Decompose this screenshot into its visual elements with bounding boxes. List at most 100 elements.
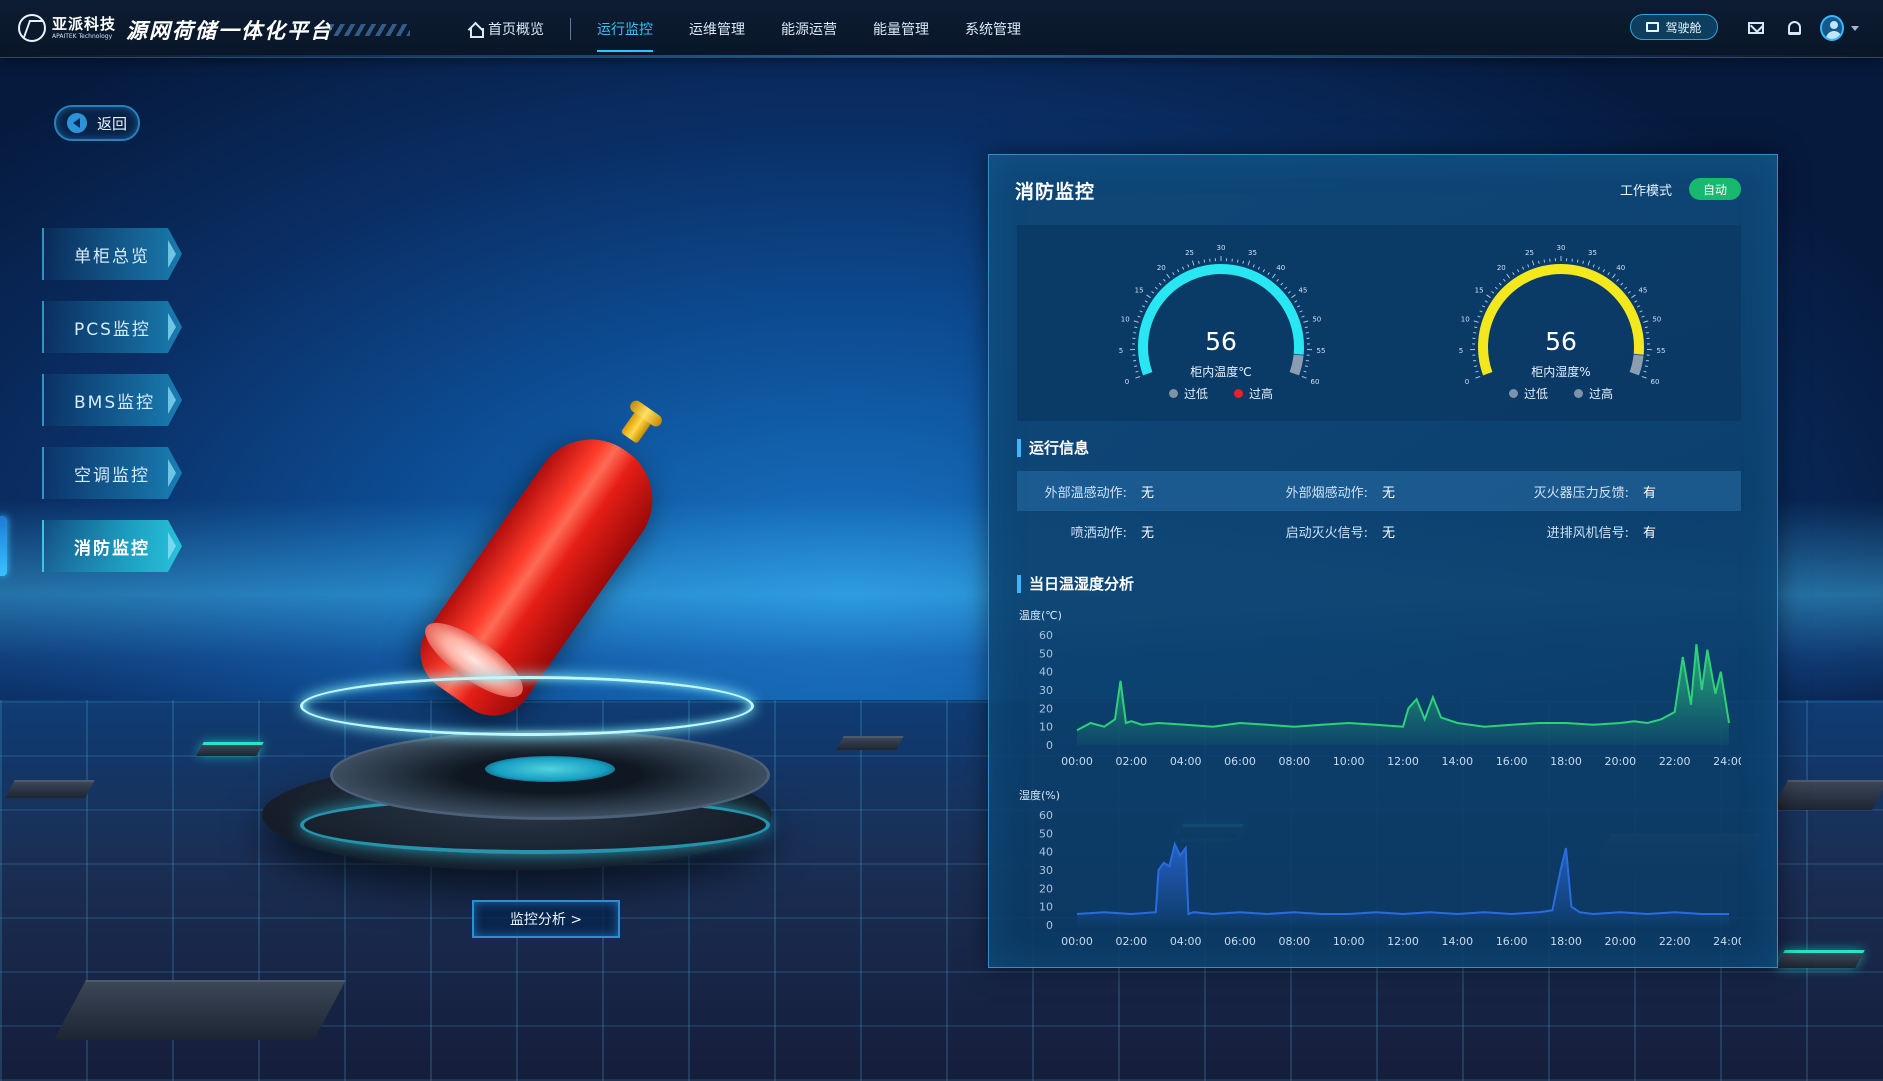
y-tick-label: 20 <box>1039 702 1053 715</box>
side-item-label: 单柜总览 <box>74 246 150 267</box>
analysis-heading: 当日温湿度分析 <box>1017 573 1134 594</box>
y-tick-label: 60 <box>1039 629 1053 642</box>
gauge-tick-label: 20 <box>1157 264 1166 272</box>
gauge-tick <box>1262 269 1266 273</box>
gauge-tick <box>1627 291 1631 294</box>
gauge-tick <box>1484 300 1488 303</box>
halo-ring <box>300 676 754 736</box>
user-menu-button[interactable] <box>1820 15 1844 41</box>
back-button[interactable]: 返回 <box>54 105 140 141</box>
gauge-value: 56 <box>1205 327 1237 356</box>
side-item-pcs-monitor[interactable]: PCS监控 <box>42 301 182 353</box>
y-tick-label: 0 <box>1046 739 1053 752</box>
nav-item-energy-operation[interactable]: 能源运营 <box>763 0 855 58</box>
nav-item-system-management[interactable]: 系统管理 <box>947 0 1039 58</box>
gauge-tick <box>1294 300 1298 303</box>
info-value: 无 <box>1141 525 1155 541</box>
gauge-tick <box>1643 320 1649 323</box>
gauge-tick <box>1271 273 1276 279</box>
gauge-tick <box>1498 282 1502 286</box>
gauge-tick <box>1473 320 1479 323</box>
nav-item-run-monitoring[interactable]: 运行监控 <box>579 0 671 58</box>
gauge-tick <box>1516 269 1520 273</box>
nav-item-label: 能源运营 <box>781 22 837 38</box>
x-tick-label: 18:00 <box>1550 755 1582 768</box>
side-item-ac-monitor[interactable]: 空调监控 <box>42 447 182 499</box>
info-key: 喷洒动作: <box>1070 525 1127 541</box>
gauge-tick <box>1163 278 1166 282</box>
x-tick-label: 06:00 <box>1224 935 1256 948</box>
gauge-tick <box>1481 305 1486 308</box>
gauge-tick <box>1133 320 1139 323</box>
main-nav: 首页概览 运行监控 运维管理 能源运营 能量管理 系统管理 <box>450 0 1039 58</box>
x-tick-label: 04:00 <box>1170 935 1202 948</box>
side-item-fire-monitor[interactable]: 消防监控 <box>42 520 182 572</box>
x-tick-label: 10:00 <box>1333 935 1365 948</box>
gauge-tick-label: 50 <box>1312 315 1321 323</box>
info-cell: 外部烟感动作: 无 <box>1258 482 1499 501</box>
x-tick-label: 22:00 <box>1659 755 1691 768</box>
x-tick-label: 00:00 <box>1061 935 1093 948</box>
cockpit-button[interactable]: 驾驶舱 <box>1630 14 1718 40</box>
info-key: 灭火器压力反馈: <box>1533 485 1629 501</box>
work-mode-badge[interactable]: 自动 <box>1689 178 1741 200</box>
info-value: 无 <box>1382 525 1396 541</box>
nav-separator <box>570 18 571 40</box>
caret-down-icon[interactable] <box>1851 26 1859 31</box>
nav-item-home[interactable]: 首页概览 <box>450 0 562 58</box>
gauge-tick-label: 45 <box>1638 287 1647 295</box>
y-tick-label: 60 <box>1039 809 1053 822</box>
nav-item-ops-management[interactable]: 运维管理 <box>671 0 763 58</box>
gauge-tick <box>1587 260 1591 266</box>
side-item-cabinet-overview[interactable]: 单柜总览 <box>42 228 182 280</box>
y-tick-label: 20 <box>1039 882 1053 895</box>
gauge-tick <box>1197 260 1200 264</box>
company-logo[interactable]: 亚派科技 APAITEK Technology <box>18 14 116 42</box>
gauge-tick <box>1182 266 1185 270</box>
floor-slab <box>836 736 904 750</box>
gauge-tick <box>1242 260 1245 264</box>
bell-icon <box>1787 21 1801 35</box>
x-tick-label: 20:00 <box>1604 755 1636 768</box>
gauge-tick <box>1641 315 1645 318</box>
gauge-tick <box>1582 260 1585 264</box>
info-key: 进排风机信号: <box>1546 525 1629 541</box>
gauge-tick <box>1137 315 1141 318</box>
info-row: 喷洒动作: 无 启动灭火信号: 无 进排风机信号: 有 <box>1017 511 1741 551</box>
home-icon <box>468 22 484 38</box>
gauge-tick <box>1144 300 1148 303</box>
legend-label: 过低 <box>1523 387 1548 401</box>
legend-label: 过高 <box>1249 387 1274 401</box>
gauge-tick <box>1303 320 1309 323</box>
back-label: 返回 <box>96 114 127 133</box>
logo-name: 亚派科技 <box>52 14 117 33</box>
nav-item-label: 首页概览 <box>488 22 544 38</box>
nav-item-label: 能量管理 <box>873 22 929 38</box>
gauge-tick <box>1522 266 1525 270</box>
mail-icon <box>1748 22 1764 34</box>
gauge-tick <box>1166 273 1171 279</box>
monitor-analysis-button[interactable]: 监控分析 > <box>472 900 620 938</box>
humidity-chart-plot: 0 10 20 30 40 50 60 00:00 02:00 04:00 06:00 08:00 10… <box>1039 809 1741 948</box>
gauge-tick <box>1607 272 1610 276</box>
gauge-legend: 过低 过高 <box>1451 385 1671 402</box>
gauge-tick <box>1276 278 1279 282</box>
side-item-bms-monitor[interactable]: BMS监控 <box>42 374 182 426</box>
legend-item-low: 过低 <box>1508 385 1548 402</box>
gauge-tick-label: 20 <box>1497 264 1506 272</box>
series-line <box>1076 644 1730 732</box>
x-tick-label: 22:00 <box>1659 935 1691 948</box>
x-tick-label: 14:00 <box>1441 935 1473 948</box>
gauge-tick <box>1531 260 1535 266</box>
gauge-tick <box>1636 305 1641 308</box>
gauge-tick <box>1486 294 1491 299</box>
x-tick-label: 06:00 <box>1224 755 1256 768</box>
mail-button[interactable] <box>1744 16 1768 40</box>
x-tick-label: 02:00 <box>1115 755 1147 768</box>
info-cell: 外部温感动作: 无 <box>1017 482 1258 501</box>
gauges-box: 0 5 10 15 20 25 30 35 40 45 50 55 60 56 柜内温度℃ 过低 过高 … <box>1017 225 1741 421</box>
gauge-tick-label: 30 <box>1557 244 1566 252</box>
nav-item-energy-management[interactable]: 能量管理 <box>855 0 947 58</box>
notification-button[interactable] <box>1782 16 1806 40</box>
gauge-label: 柜内温度℃ <box>1190 365 1252 379</box>
